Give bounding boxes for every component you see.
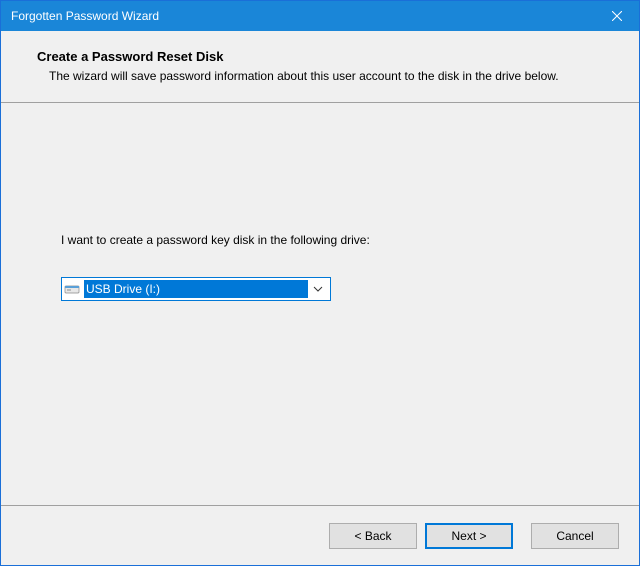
drive-select-value: USB Drive (I:) <box>84 280 308 298</box>
close-button[interactable] <box>594 1 639 31</box>
usb-drive-icon <box>64 283 80 295</box>
drive-select[interactable]: USB Drive (I:) <box>61 277 331 301</box>
page-title: Create a Password Reset Disk <box>37 49 611 64</box>
back-button[interactable]: < Back <box>329 523 417 549</box>
close-icon <box>612 11 622 21</box>
header-section: Create a Password Reset Disk The wizard … <box>1 31 639 102</box>
titlebar: Forgotten Password Wizard <box>1 1 639 31</box>
chevron-down-icon <box>308 278 328 300</box>
drive-prompt: I want to create a password key disk in … <box>61 233 579 247</box>
page-description: The wizard will save password informatio… <box>37 68 611 84</box>
wizard-window: Forgotten Password Wizard Create a Passw… <box>0 0 640 566</box>
next-button[interactable]: Next > <box>425 523 513 549</box>
body-section: I want to create a password key disk in … <box>1 103 639 505</box>
button-bar: < Back Next > Cancel <box>1 505 639 565</box>
window-title: Forgotten Password Wizard <box>11 9 594 23</box>
cancel-button[interactable]: Cancel <box>531 523 619 549</box>
content-area: Create a Password Reset Disk The wizard … <box>1 31 639 565</box>
